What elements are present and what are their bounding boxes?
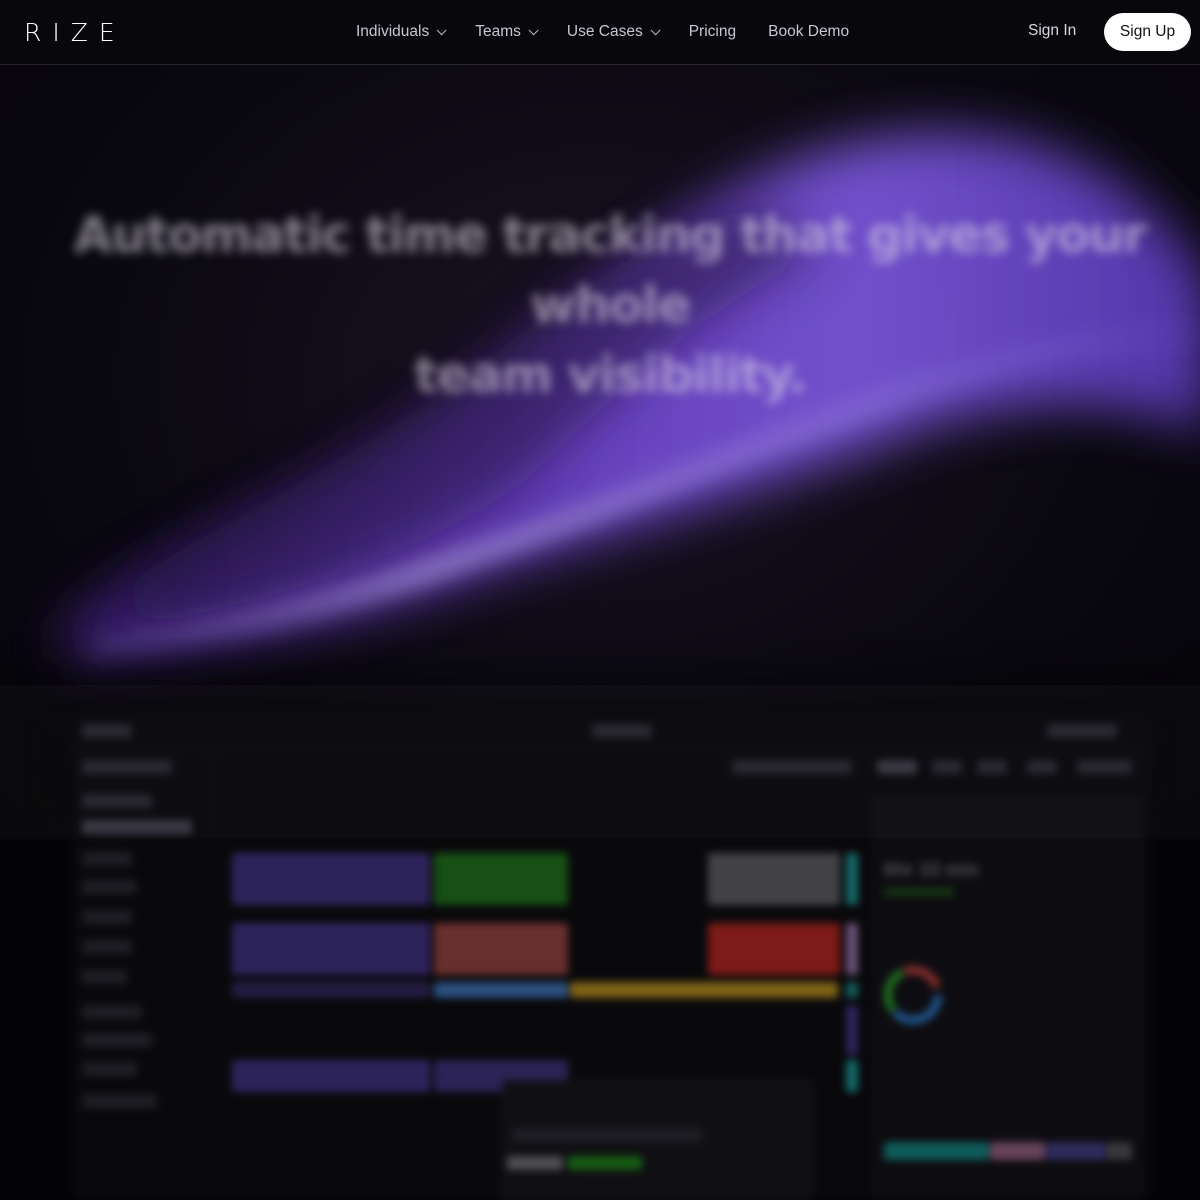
preview-distribution-bar: [1107, 1142, 1132, 1160]
top-navigation: RIZE Individuals Teams Use Cases Pricing…: [0, 0, 1200, 65]
preview-sidebar-item: [82, 940, 132, 954]
preview-distribution-bar: [990, 1142, 1045, 1160]
preview-event-block: [708, 853, 840, 905]
nav-teams-label: Teams: [475, 23, 521, 40]
preview-header-item: [82, 724, 132, 738]
sign-up-button[interactable]: Sign Up: [1104, 13, 1191, 51]
chevron-down-icon: [436, 24, 447, 35]
preview-event-block: [434, 853, 568, 905]
nav-book-demo[interactable]: Book Demo: [768, 23, 849, 41]
chevron-down-icon: [528, 24, 539, 35]
nav-use-cases[interactable]: Use Cases: [566, 23, 661, 41]
hero-headline: Automatic time tracking that gives your …: [40, 200, 1180, 410]
preview-header-item: [592, 724, 652, 738]
preview-toolbar-item: [877, 760, 917, 774]
preview-event-block: [232, 982, 430, 998]
sign-in-link[interactable]: Sign In: [1028, 22, 1076, 40]
preview-sidebar-item: [82, 880, 137, 894]
preview-toolbar-item: [977, 760, 1007, 774]
preview-total-time: 6hr 33 min: [884, 860, 980, 881]
rize-logo[interactable]: RIZE: [24, 18, 126, 47]
nav-use-cases-label: Use Cases: [566, 23, 643, 40]
preview-sidebar-item: [82, 1094, 157, 1108]
preview-event-block: [846, 982, 858, 998]
preview-event-block: [232, 853, 430, 905]
preview-sidebar-item: [82, 1033, 152, 1047]
preview-stats-bar: [884, 888, 954, 896]
preview-event-block: [434, 982, 568, 998]
preview-distribution-bar: [884, 1142, 989, 1160]
preview-popup-item: [568, 1156, 642, 1170]
preview-event-block: [434, 923, 568, 975]
preview-sidebar-item: [82, 1005, 142, 1019]
preview-toolbar-item: [1027, 760, 1057, 774]
preview-event-block: [846, 1060, 858, 1092]
preview-event-block: [232, 1060, 430, 1092]
hero-headline-line-2: team visibility.: [414, 346, 807, 404]
preview-event-block: [846, 1005, 858, 1055]
preview-donut-chart: [883, 965, 943, 1025]
preview-sidebar-item: [82, 852, 132, 866]
nav-teams[interactable]: Teams: [475, 23, 539, 41]
preview-event-block: [846, 853, 858, 905]
app-preview: 6hr 33 min: [72, 710, 1152, 1200]
preview-event-block: [846, 923, 858, 975]
preview-sidebar-item: [82, 1062, 137, 1076]
hero-headline-line-1: Automatic time tracking that gives your …: [74, 206, 1147, 334]
preview-event-block: [570, 982, 838, 998]
preview-toolbar-item: [932, 760, 962, 774]
preview-event-block: [708, 923, 840, 975]
preview-popup-item: [512, 1128, 702, 1142]
nav-individuals-label: Individuals: [356, 23, 430, 40]
preview-toolbar-item: [1077, 760, 1132, 774]
preview-sidebar-item: [82, 760, 172, 774]
nav-individuals[interactable]: Individuals: [356, 23, 447, 41]
nav-pricing-label: Pricing: [688, 23, 737, 40]
nav-pricing[interactable]: Pricing: [689, 23, 736, 41]
preview-header-item: [1047, 724, 1117, 738]
chevron-down-icon: [650, 24, 661, 35]
preview-sidebar-item: [82, 794, 152, 808]
nav-book-demo-label: Book Demo: [768, 23, 850, 40]
preview-toolbar-item: [732, 760, 852, 774]
preview-distribution-bar: [1046, 1142, 1106, 1160]
preview-popup-item: [507, 1156, 563, 1170]
preview-event-block: [232, 923, 430, 975]
preview-sidebar-item: [82, 910, 132, 924]
preview-sidebar-item: [82, 820, 192, 834]
nav-links: Individuals Teams Use Cases Pricing Book…: [356, 0, 881, 64]
preview-sidebar-item: [82, 970, 127, 984]
